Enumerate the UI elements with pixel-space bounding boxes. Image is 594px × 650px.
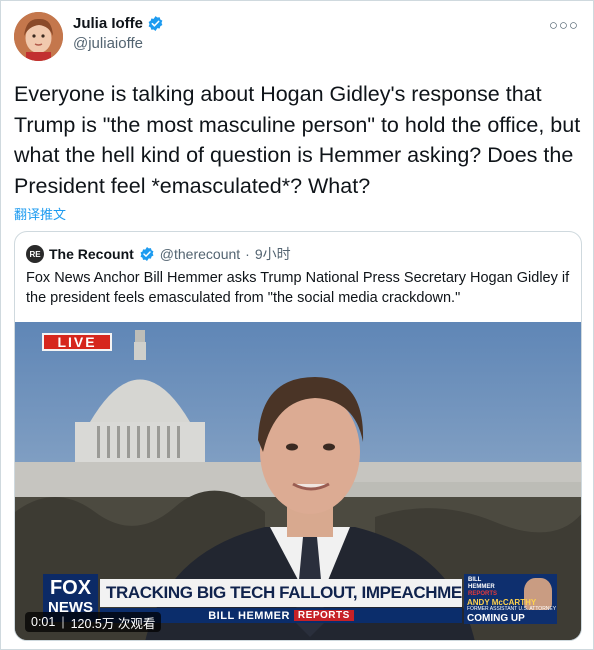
verified-badge-icon (148, 16, 163, 31)
channel-logo-top: FOX (49, 577, 92, 599)
side-top-line1: BILL (468, 577, 482, 583)
guest-role: FORMER ASSISTANT U.S. ATTORNEY (467, 606, 557, 612)
side-box-title: BILL HEMMER REPORTS (468, 577, 497, 598)
author-handle[interactable]: @juliaioffe (73, 35, 164, 52)
video-time: 0:01 (31, 615, 56, 629)
verified-badge-icon (140, 247, 154, 261)
show-name: BILL HEMMER (208, 609, 290, 622)
video-player[interactable]: LIVE FOX NEWS TRACKING BIG TECH FALLOUT,… (15, 322, 581, 640)
author-name[interactable]: Julia Ioffe (73, 15, 143, 32)
quoted-author-handle: @therecount (159, 246, 241, 262)
tweet-card: Julia Ioffe @juliaioffe ○○○ Everyone is … (0, 0, 594, 650)
more-horizontal-icon[interactable]: ○○○ (549, 17, 579, 34)
translate-tweet-link[interactable]: 翻译推文 (14, 204, 66, 223)
dot-separator: · (245, 246, 250, 262)
side-top-line2: HEMMER (468, 584, 495, 590)
quoted-tweet-text: Fox News Anchor Bill Hemmer asks Trump N… (26, 270, 570, 306)
view-count: 120.5万 次观看 (70, 616, 156, 631)
quoted-author-name: The Recount (49, 246, 134, 262)
quoted-time: 9小时 (254, 246, 291, 262)
stats-separator: | (61, 615, 65, 629)
live-badge: LIVE (42, 333, 112, 351)
show-suffix: REPORTS (293, 610, 354, 621)
quoted-avatar: RE (26, 245, 44, 263)
news-headline: TRACKING BIG TECH FALLOUT, IMPEACHMENT N… (100, 579, 462, 607)
quoted-tweet-header: RE The Recount @therecount · 9小时 (26, 244, 291, 264)
author-block: Julia Ioffe @juliaioffe (73, 15, 164, 52)
tweet-text: Everyone is talking about Hogan Gidley's… (14, 82, 581, 198)
quoted-tweet[interactable]: RE The Recount @therecount · 9小时 Fox New… (14, 231, 582, 641)
avatar[interactable] (14, 12, 63, 61)
side-top-line3: REPORTS (468, 591, 498, 597)
coming-up-box: BILL HEMMER REPORTS ANDY McCARTHY FORMER… (464, 574, 557, 624)
video-stats: 0:01 | 120.5万 次观看 (25, 612, 162, 632)
coming-up-label: COMING UP (467, 613, 525, 624)
